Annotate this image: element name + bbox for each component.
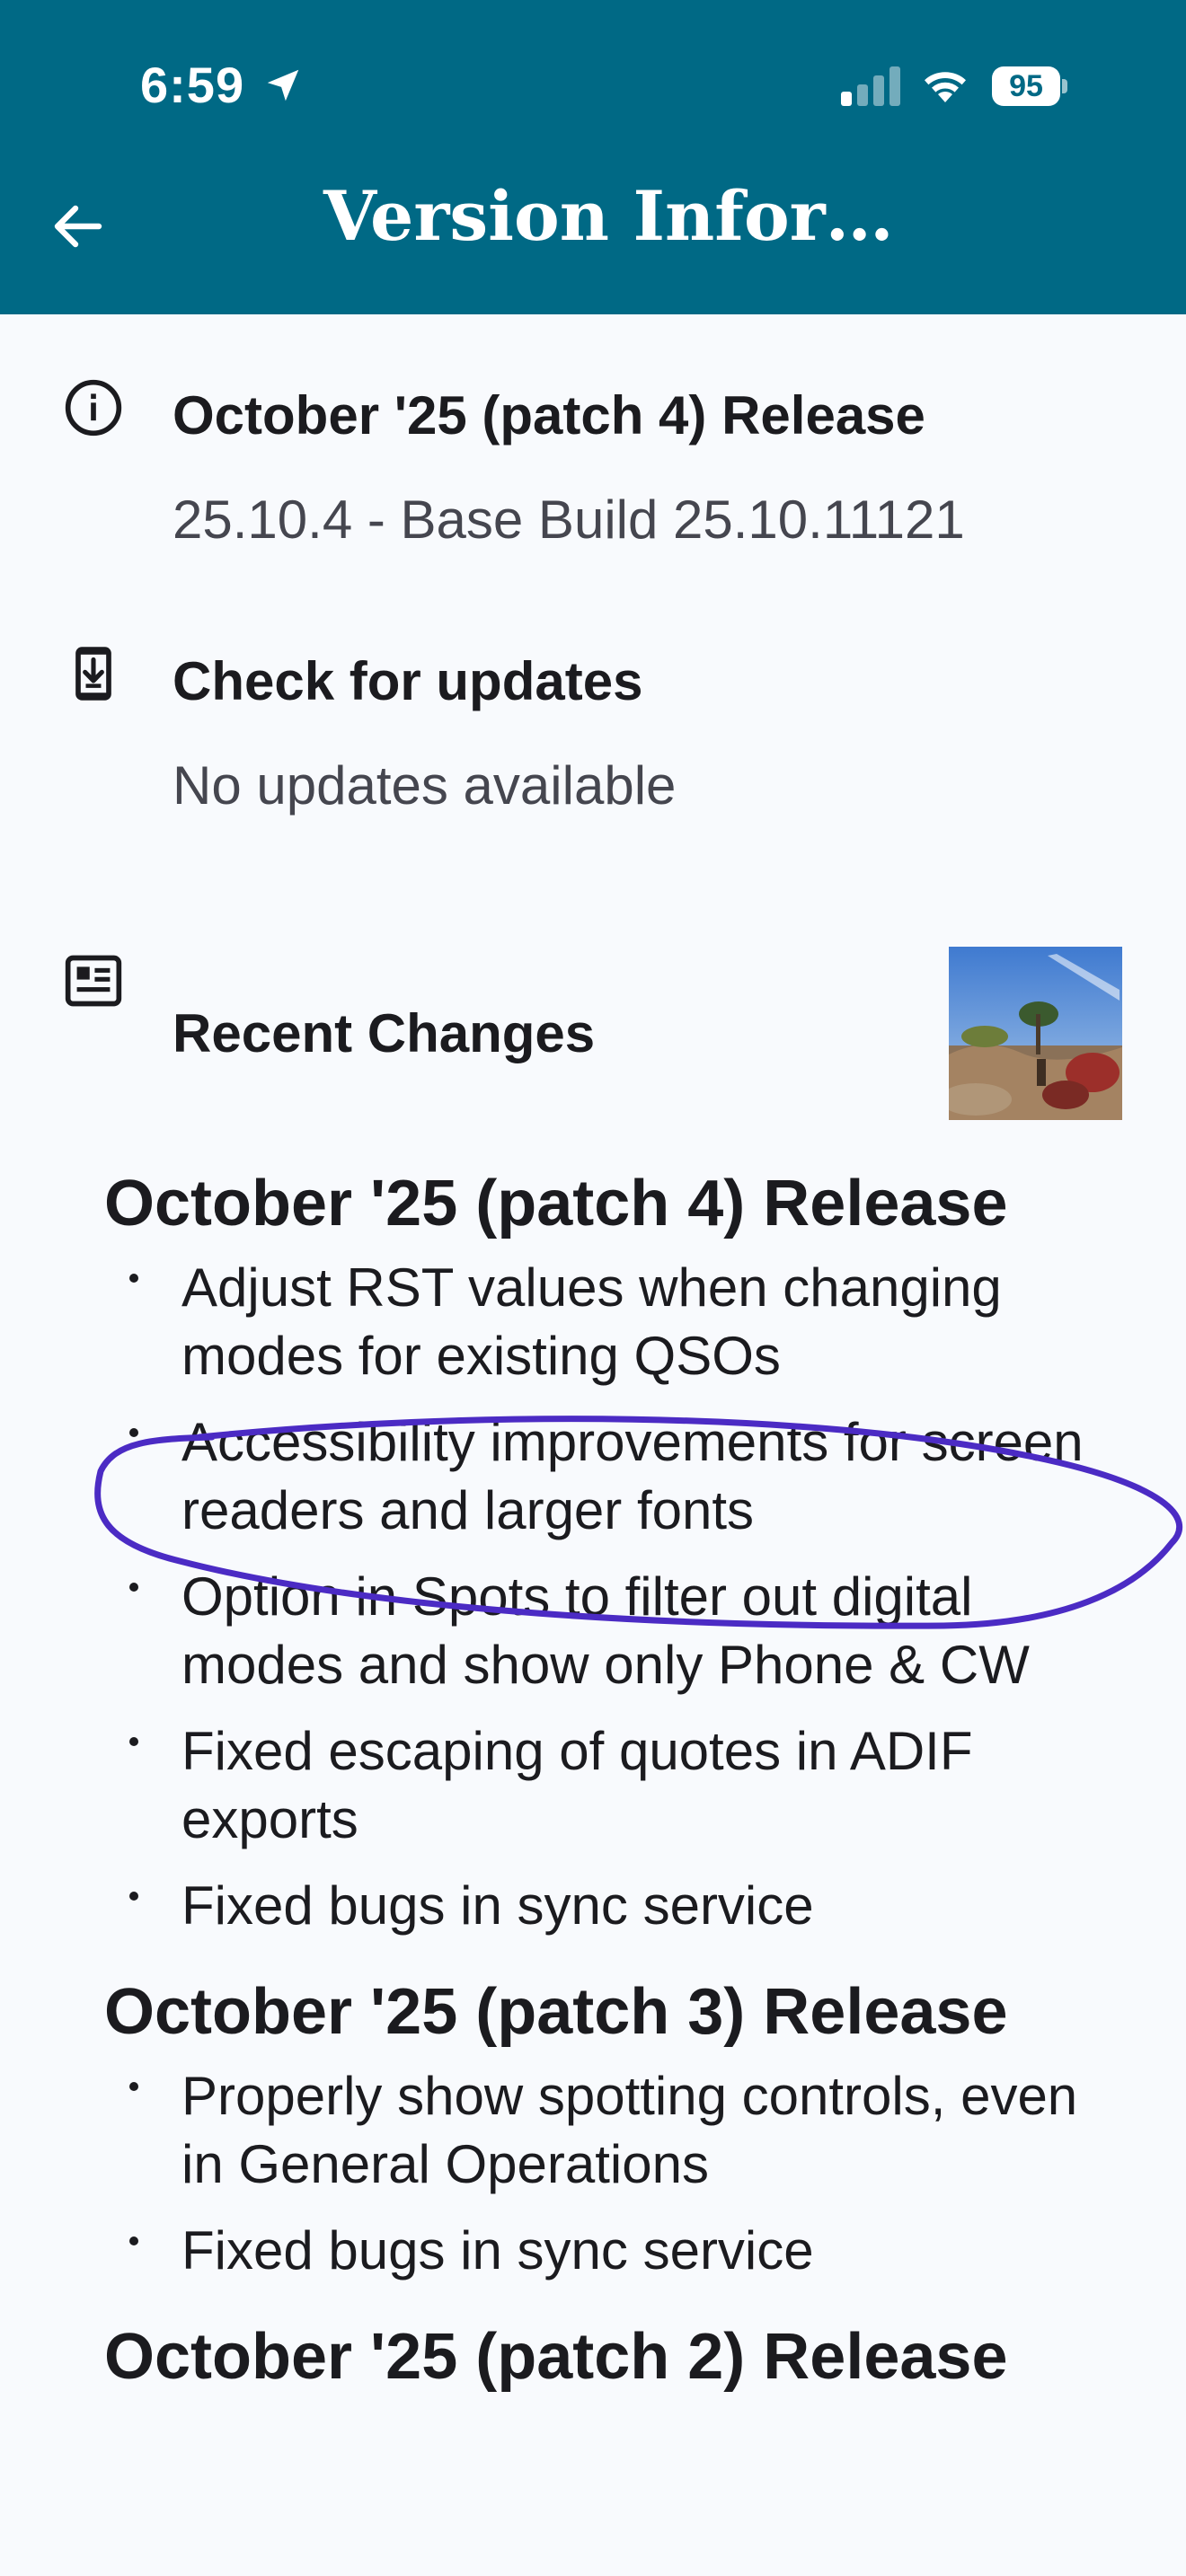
version-title: October '25 (patch 4) Release [173, 385, 925, 446]
release-notes: October '25 (patch 4) Release Adjust RST… [104, 1164, 1111, 2396]
arrow-back-icon [54, 205, 102, 248]
release-section: October '25 (patch 2) Release [104, 2317, 1111, 2396]
change-item: Fixed bugs in sync service [104, 1872, 1111, 1940]
wifi-icon [925, 72, 966, 102]
change-item: Fixed escaping of quotes in ADIF exports [104, 1717, 1111, 1854]
battery-indicator: 95 [992, 66, 1067, 106]
change-list: Properly show spotting controls, even in… [104, 2062, 1111, 2285]
release-heading: October '25 (patch 4) Release [104, 1168, 1008, 1239]
change-item: Option in Spots to filter out digital mo… [104, 1563, 1111, 1699]
release-heading: October '25 (patch 3) Release [104, 1976, 1008, 2048]
recent-changes-title: Recent Changes [173, 1003, 596, 1063]
status-time: 6:59 [140, 57, 245, 113]
info-icon [65, 379, 122, 437]
change-item: Properly show spotting controls, even in… [104, 2062, 1111, 2199]
change-item: Accessibility improvements for screen re… [104, 1408, 1111, 1545]
release-section: October '25 (patch 4) Release Adjust RST… [104, 1164, 1111, 1940]
change-list: Adjust RST values when changing modes fo… [104, 1254, 1111, 1940]
release-heading: October '25 (patch 2) Release [104, 2321, 1008, 2393]
check-updates-title[interactable]: Check for updates [173, 650, 642, 712]
change-item: Fixed bugs in sync service [104, 2217, 1111, 2285]
change-item: Adjust RST values when changing modes fo… [104, 1254, 1111, 1390]
phone-download-icon[interactable] [63, 643, 124, 704]
release-section: October '25 (patch 3) Release Properly s… [104, 1972, 1111, 2285]
battery-level: 95 [992, 66, 1060, 106]
newspaper-icon [65, 955, 122, 1007]
location-arrow-icon [267, 69, 299, 101]
thumbnail-image [949, 947, 1122, 1120]
back-button[interactable] [43, 196, 111, 257]
page-title: Version Infor… [323, 176, 894, 256]
updates-status: No updates available [173, 755, 677, 816]
app-bar: 6:59 95 Version Infor… [0, 0, 1186, 314]
version-build: 25.10.4 - Base Build 25.10.11121 [173, 490, 965, 550]
battery-nub [1062, 79, 1067, 93]
cellular-signal-icon [841, 66, 900, 106]
